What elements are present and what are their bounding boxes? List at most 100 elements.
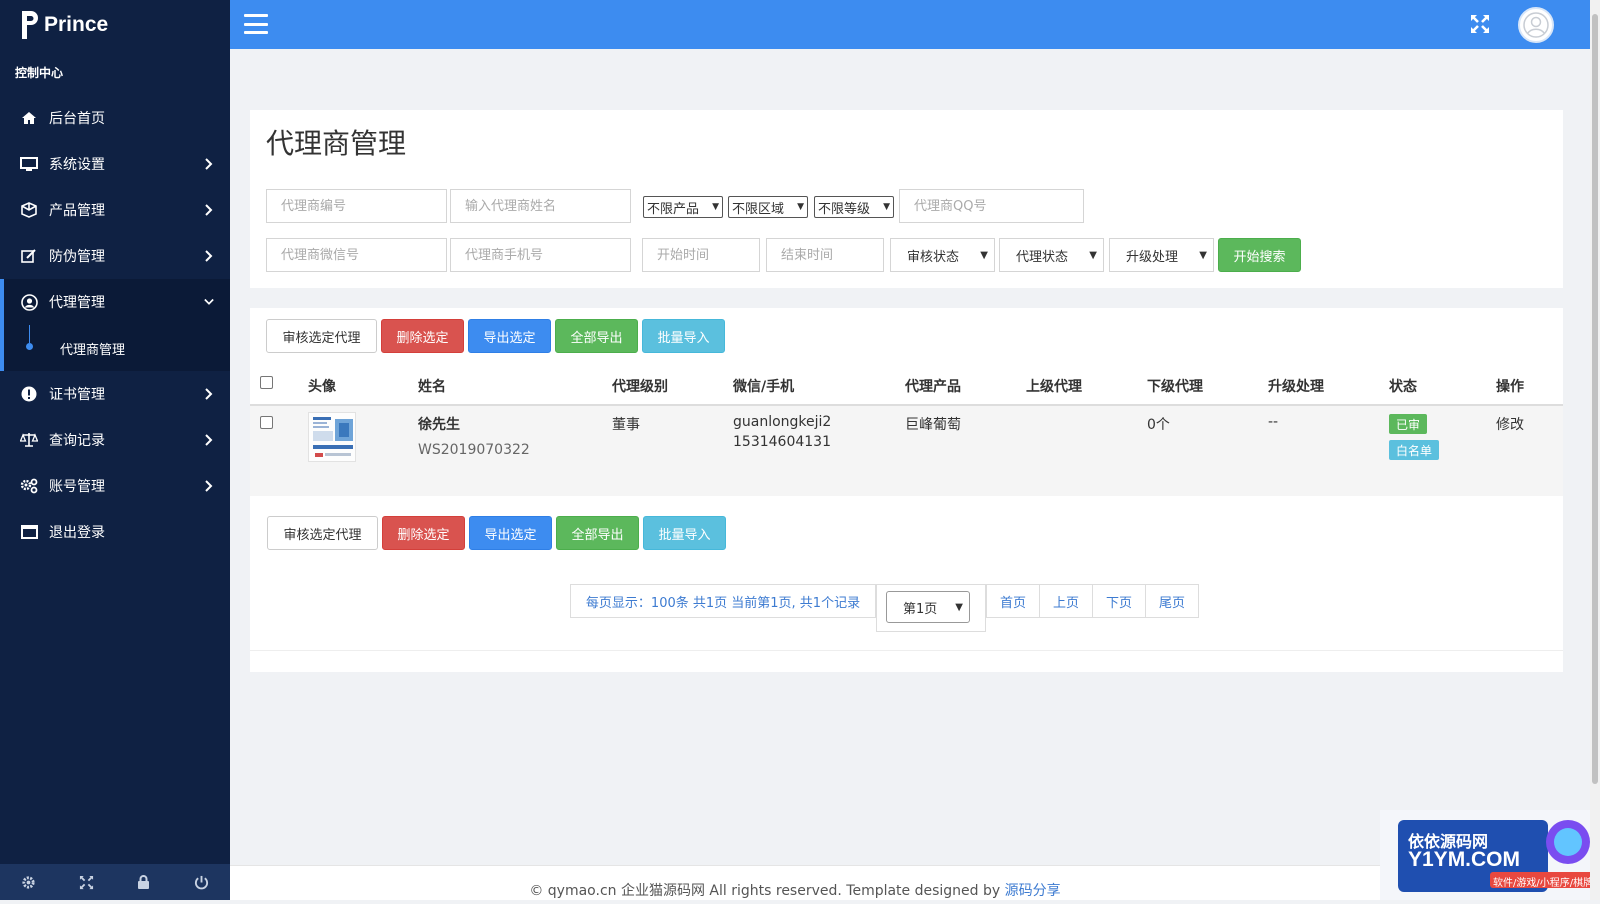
export-all-button-bottom[interactable]: 全部导出 — [556, 516, 639, 550]
topbar — [230, 0, 1590, 49]
region-select[interactable]: 不限区域 ▼ — [728, 196, 808, 218]
upgrade-select[interactable]: 升级处理 ▼ — [1109, 238, 1214, 272]
chevron-down-icon: ▼ — [883, 202, 890, 212]
agent-number-input[interactable] — [279, 197, 446, 215]
column-header[interactable]: 操作 — [1496, 376, 1524, 396]
next-page-link[interactable]: 下页 — [1092, 584, 1146, 618]
export-selected-button[interactable]: 导出选定 — [468, 319, 551, 353]
status-badge-approved: 已审 — [1389, 414, 1428, 434]
agent-qq-input[interactable] — [912, 197, 1083, 215]
agent-name-field[interactable] — [450, 189, 631, 223]
sidebar-item-certificates[interactable]: 证书管理 — [0, 371, 230, 417]
panel-divider — [250, 650, 1563, 651]
column-header[interactable]: 下级代理 — [1147, 376, 1203, 396]
export-all-button[interactable]: 全部导出 — [555, 319, 638, 353]
column-header[interactable]: 上级代理 — [1026, 376, 1082, 396]
delete-selected-button[interactable]: 删除选定 — [381, 319, 464, 353]
row-checkbox[interactable] — [260, 416, 273, 429]
chevron-right-icon — [204, 249, 214, 263]
chevron-down-icon: ▼ — [1089, 249, 1097, 261]
search-panel: 代理商管理 不限产品 ▼ 不限区域 ▼ 不限等级 ▼ 审核状态 ▼ 代理状态 ▼ 升级处理… — [250, 110, 1563, 288]
fullscreen-expand-icon[interactable] — [1470, 14, 1490, 34]
sidebar: Prince 控制中心 后台首页 系统设置 产品管理 防伪管理 代理管理 代理商… — [0, 0, 230, 900]
column-header[interactable]: 状态 — [1389, 376, 1417, 396]
batch-import-button-bottom[interactable]: 批量导入 — [643, 516, 726, 550]
start-time-input[interactable] — [655, 246, 759, 264]
sidebar-item-label: 退出登录 — [49, 525, 105, 541]
sidebar-item-label: 防伪管理 — [49, 249, 105, 265]
audit-status-value: 审核状态 — [907, 249, 960, 265]
end-time-field[interactable] — [766, 238, 884, 272]
home-icon — [20, 109, 38, 127]
agent-list-panel: 审核选定代理 删除选定 导出选定 全部导出 批量导入 头像 姓名 代理级别 微信… — [250, 308, 1563, 672]
column-header[interactable]: 升级处理 — [1268, 376, 1324, 396]
sidebar-item-label: 代理管理 — [49, 295, 105, 311]
search-button[interactable]: 开始搜索 — [1218, 238, 1301, 272]
level-select[interactable]: 不限等级 ▼ — [814, 196, 894, 218]
scrollbar-thumb[interactable] — [1592, 14, 1598, 784]
agent-wechat-field[interactable] — [266, 238, 447, 272]
footer: © qymao.cn 企业猫源码网 All rights reserved. T… — [0, 880, 1590, 900]
agent-wechat-input[interactable] — [279, 246, 446, 264]
approve-selected-button-bottom[interactable]: 审核选定代理 — [267, 516, 378, 550]
sidebar-item-query-records[interactable]: 查询记录 — [0, 417, 230, 463]
chevron-right-icon — [204, 157, 214, 171]
agent-avatar-thumbnail[interactable] — [308, 412, 356, 462]
sidebar-item-agents[interactable]: 代理管理 — [0, 279, 230, 325]
sidebar-item-accounts[interactable]: 账号管理 — [0, 463, 230, 509]
logo-icon — [22, 11, 38, 39]
edit-link[interactable]: 修改 — [1496, 414, 1524, 434]
sidebar-item-home[interactable]: 后台首页 — [0, 95, 230, 141]
sidebar-subitem-agent-management[interactable]: 代理商管理 — [0, 325, 230, 371]
chevron-right-icon — [204, 387, 214, 401]
chevron-down-icon: ▼ — [797, 202, 804, 212]
approve-selected-button[interactable]: 审核选定代理 — [266, 319, 377, 353]
agent-product: 巨峰葡萄 — [905, 417, 961, 433]
sidebar-item-anti-counterfeit[interactable]: 防伪管理 — [0, 233, 230, 279]
exclamation-circle-icon — [20, 385, 38, 403]
hamburger-icon[interactable] — [244, 14, 268, 34]
agent-qq-field[interactable] — [899, 189, 1084, 223]
page-scrollbar[interactable] — [1590, 0, 1600, 900]
column-header[interactable]: 微信/手机 — [733, 376, 794, 396]
sidebar-subitem-label: 代理商管理 — [60, 342, 126, 358]
agent-phone-input[interactable] — [463, 246, 630, 264]
sidebar-item-logout[interactable]: 退出登录 — [0, 509, 230, 555]
delete-selected-button-bottom[interactable]: 删除选定 — [382, 516, 465, 550]
last-page-link[interactable]: 尾页 — [1145, 584, 1199, 618]
page-select[interactable]: 第1页 ▼ — [886, 591, 970, 623]
start-time-field[interactable] — [642, 238, 760, 272]
agent-number-field[interactable] — [266, 189, 447, 223]
audit-status-select[interactable]: 审核状态 ▼ — [890, 238, 995, 272]
monitor-icon — [20, 155, 38, 173]
end-time-input[interactable] — [779, 246, 883, 264]
chevron-right-icon — [204, 203, 214, 217]
sidebar-item-label: 系统设置 — [49, 157, 105, 173]
user-avatar-icon[interactable] — [1518, 7, 1554, 43]
sidebar-item-products[interactable]: 产品管理 — [0, 187, 230, 233]
agent-phone-field[interactable] — [450, 238, 631, 272]
agent-status-select[interactable]: 代理状态 ▼ — [999, 238, 1104, 272]
sidebar-item-label: 账号管理 — [49, 479, 105, 495]
brand-name: Prince — [44, 13, 109, 36]
product-select-value: 不限产品 — [647, 201, 700, 217]
watermark-badge: 依依源码网 Y1YM.COM 软件/游戏/小程序/棋牌 — [1380, 810, 1600, 900]
batch-import-button[interactable]: 批量导入 — [642, 319, 725, 353]
column-header[interactable]: 姓名 — [418, 376, 446, 396]
product-select[interactable]: 不限产品 ▼ — [643, 196, 723, 218]
export-selected-button-bottom[interactable]: 导出选定 — [469, 516, 552, 550]
watermark-line2: Y1YM.COM — [1408, 848, 1521, 871]
prev-page-link[interactable]: 上页 — [1039, 584, 1093, 618]
page-select-value: 第1页 — [903, 601, 938, 617]
region-select-value: 不限区域 — [732, 201, 785, 217]
agent-children-count: 0个 — [1147, 417, 1170, 433]
brand-logo[interactable]: Prince — [0, 0, 230, 50]
sidebar-item-system-settings[interactable]: 系统设置 — [0, 141, 230, 187]
agent-name-input[interactable] — [463, 197, 630, 215]
column-header[interactable]: 代理产品 — [905, 376, 961, 396]
footer-link[interactable]: 源码分享 — [1005, 883, 1061, 899]
column-header[interactable]: 头像 — [308, 376, 336, 396]
select-all-checkbox[interactable] — [260, 376, 273, 389]
first-page-link[interactable]: 首页 — [986, 584, 1040, 618]
column-header[interactable]: 代理级别 — [612, 376, 668, 396]
